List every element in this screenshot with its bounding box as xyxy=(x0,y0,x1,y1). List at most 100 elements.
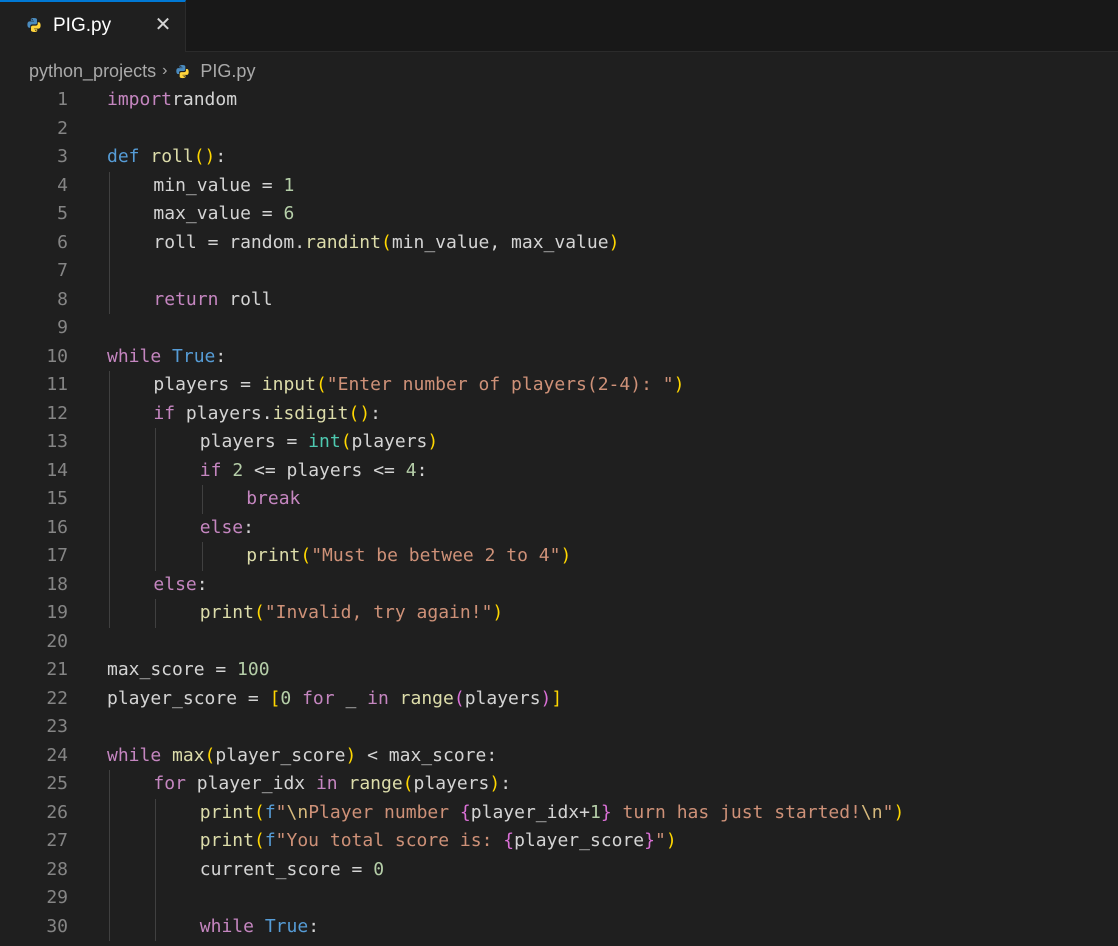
code-token: 6 xyxy=(283,203,295,224)
code-text: print(f"You total score is: {player_scor… xyxy=(200,827,677,856)
line-number: 18 xyxy=(46,573,68,595)
code-token: ) xyxy=(608,231,620,253)
code-token: ( xyxy=(380,231,392,253)
code-text: max_score = 100 xyxy=(107,656,270,685)
code-token: 100 xyxy=(237,659,270,680)
line-number: 2 xyxy=(57,117,68,139)
code-line[interactable]: 20 xyxy=(0,628,1118,657)
line-number: 5 xyxy=(57,203,68,224)
code-token: roll xyxy=(218,288,273,310)
line-number: 12 xyxy=(46,402,68,424)
code-line[interactable]: 1 importrandom xyxy=(0,86,1118,115)
code-line[interactable]: 19 print("Invalid, try again!") xyxy=(0,599,1118,628)
code-token: ( xyxy=(253,801,265,823)
code-token: ] xyxy=(551,687,563,709)
code-token: 1 xyxy=(283,174,295,196)
line-number: 19 xyxy=(46,602,68,623)
code-line[interactable]: 11 players = input("Enter number of playe… xyxy=(0,371,1118,400)
line-number: 16 xyxy=(46,516,68,538)
code-editor[interactable]: 1 importrandom 2 3 def roll(): 4 min_value = 1… xyxy=(0,86,1118,946)
code-line[interactable]: 3 def roll(): xyxy=(0,143,1118,172)
code-line[interactable]: 10 while True: xyxy=(0,343,1118,372)
code-line[interactable]: 15 break xyxy=(0,485,1118,514)
code-line[interactable]: 6 roll = random.randint(min_value, max_va… xyxy=(0,229,1118,258)
code-text: else: xyxy=(200,514,254,543)
indent-guide xyxy=(109,770,110,941)
code-token: players xyxy=(464,687,541,709)
code-token: ( xyxy=(253,830,265,851)
code-token: ) xyxy=(540,687,552,709)
code-token: int xyxy=(308,431,341,452)
code-line[interactable]: 22 player_score = [0 for _ in range(playe… xyxy=(0,685,1118,714)
breadcrumb-file[interactable]: PIG.py xyxy=(200,61,255,82)
code-token: ( xyxy=(402,773,414,794)
code-token: for xyxy=(153,773,186,794)
code-token: range xyxy=(348,773,403,794)
code-text: print(f"\nPlayer number {player_idx+1} t… xyxy=(200,799,905,828)
code-line[interactable]: 27 print(f"You total score is: {player_sc… xyxy=(0,827,1118,856)
code-line[interactable]: 17 print("Must be betwee 2 to 4") xyxy=(0,542,1118,571)
code-token: in xyxy=(367,687,389,709)
line-number: 29 xyxy=(46,887,68,908)
code-token: min_value, max_value xyxy=(391,231,609,253)
line-number: 15 xyxy=(46,488,68,509)
tab-label: PIG.py xyxy=(53,15,112,36)
code-text: min_value = 1 xyxy=(153,172,294,201)
code-line[interactable]: 26 print(f"\nPlayer number {player_idx+1}… xyxy=(0,799,1118,828)
code-line[interactable]: 18 else: xyxy=(0,571,1118,600)
breadcrumb-folder[interactable]: python_projects xyxy=(29,61,156,82)
code-token: True xyxy=(172,345,216,367)
code-token: roll = random. xyxy=(153,231,306,253)
tab-bar: PIG.py ✕ xyxy=(0,0,1118,52)
code-token: " xyxy=(654,830,666,851)
code-token: ) xyxy=(893,801,905,823)
code-line[interactable]: 4 min_value = 1 xyxy=(0,172,1118,201)
line-number: 4 xyxy=(57,174,68,196)
code-token: Player number xyxy=(308,801,460,823)
code-token: ( xyxy=(340,431,352,452)
code-line[interactable]: 23 xyxy=(0,713,1118,742)
code-line[interactable]: 9 xyxy=(0,314,1118,343)
code-line[interactable]: 25 for player_idx in range(players): xyxy=(0,770,1118,799)
tab-pig-py[interactable]: PIG.py ✕ xyxy=(0,0,186,52)
code-token: " xyxy=(882,801,894,823)
code-text: break xyxy=(246,485,300,514)
code-line[interactable]: 29 xyxy=(0,884,1118,913)
line-number: 11 xyxy=(46,374,68,395)
code-token: max_value = xyxy=(153,203,284,224)
code-line[interactable]: 16 else: xyxy=(0,514,1118,543)
code-line[interactable]: 8 return roll xyxy=(0,286,1118,315)
code-token: print xyxy=(199,602,254,623)
code-token: : xyxy=(243,516,254,538)
code-text: importrandom xyxy=(107,86,237,115)
code-token: ( xyxy=(315,374,327,395)
python-file-icon xyxy=(176,64,190,78)
code-line[interactable]: 24 while max(player_score) < max_score: xyxy=(0,742,1118,771)
code-token: else xyxy=(199,516,244,538)
code-token: ) xyxy=(665,830,677,851)
code-line[interactable]: 7 xyxy=(0,257,1118,286)
code-line[interactable]: 30 while True: xyxy=(0,913,1118,942)
code-line[interactable]: 21 max_score = 100 xyxy=(0,656,1118,685)
code-line[interactable]: 14 if 2 <= players <= 4: xyxy=(0,457,1118,486)
code-token: print xyxy=(199,801,254,823)
code-token: "You total score is: xyxy=(275,830,504,851)
code-line[interactable]: 2 xyxy=(0,115,1118,144)
code-line[interactable]: 13 players = int(players) xyxy=(0,428,1118,457)
code-token: player_score xyxy=(514,830,645,851)
line-number: 17 xyxy=(46,545,68,566)
indent-guide xyxy=(109,371,110,628)
code-line[interactable]: 12 if players.isdigit(): xyxy=(0,400,1118,429)
code-line[interactable]: 28 current_score = 0 xyxy=(0,856,1118,885)
code-token: current_score = xyxy=(199,858,374,880)
line-number: 22 xyxy=(46,687,68,709)
close-icon[interactable]: ✕ xyxy=(153,15,173,35)
code-token: break xyxy=(246,488,301,509)
code-line[interactable]: 5 max_value = 6 xyxy=(0,200,1118,229)
code-token: : xyxy=(416,459,428,481)
code-token: player_score xyxy=(215,744,346,766)
code-token: roll xyxy=(150,146,194,167)
code-token: f xyxy=(264,830,276,851)
